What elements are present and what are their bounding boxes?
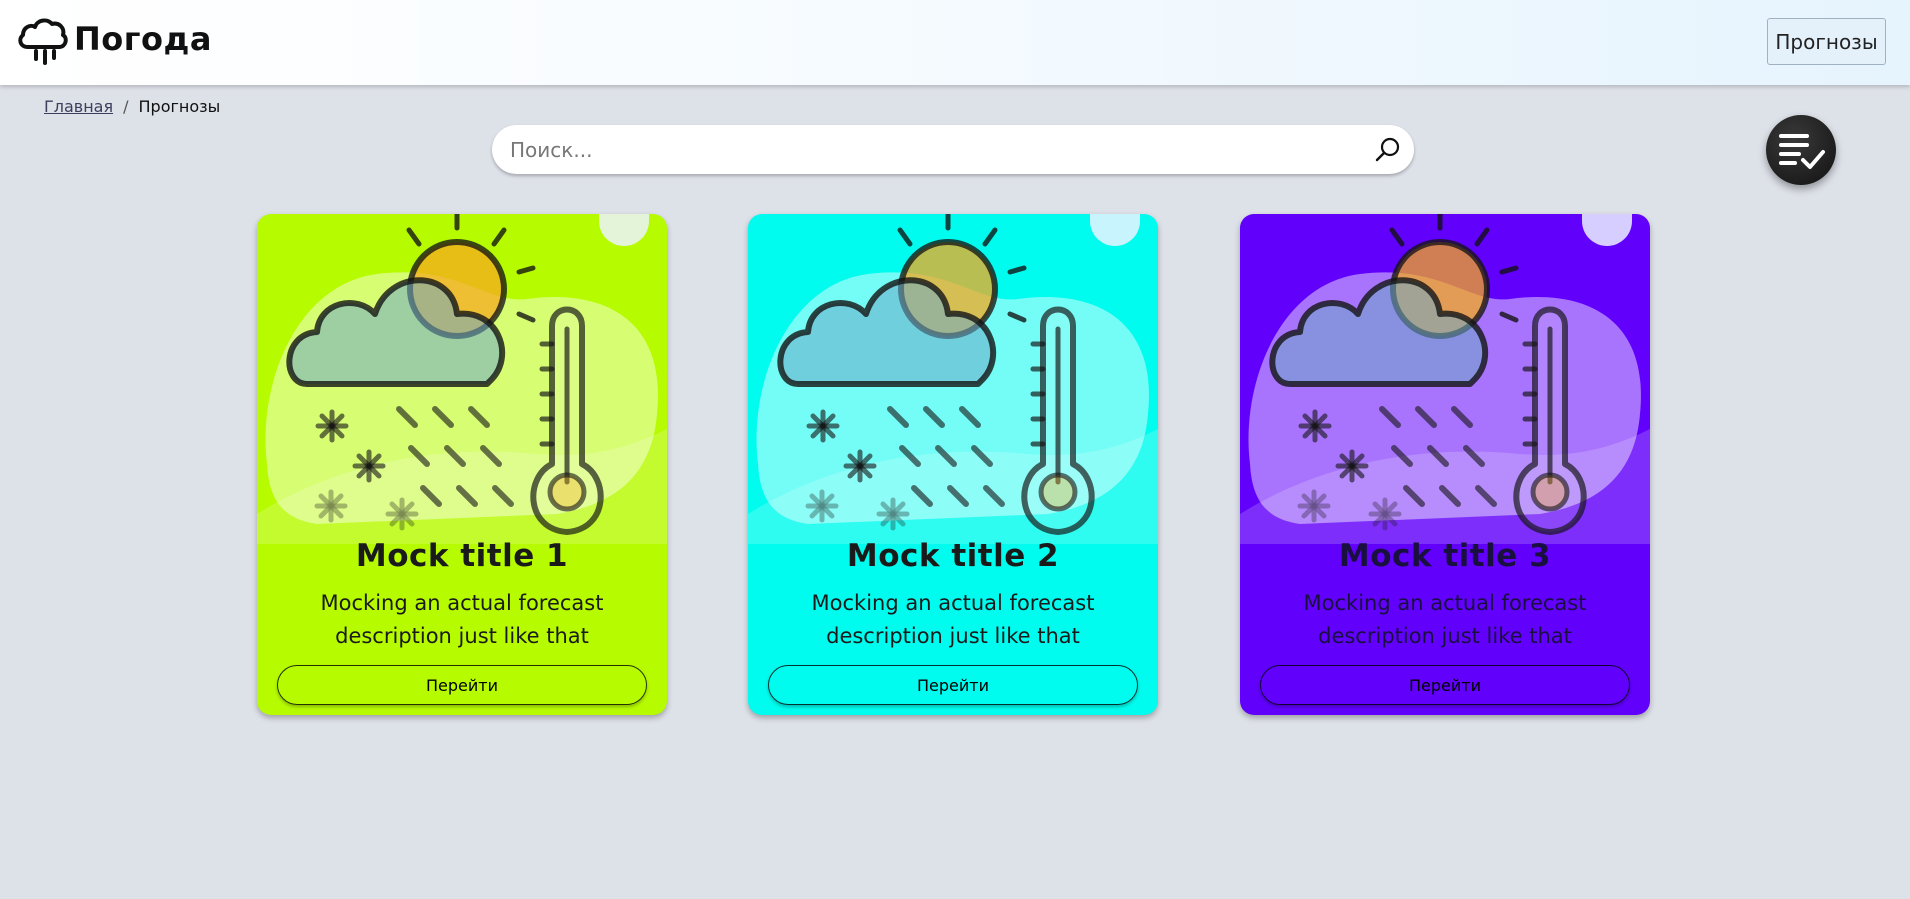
search-icon[interactable] bbox=[1374, 136, 1402, 164]
cloud-rain-icon bbox=[18, 18, 68, 65]
weather-illustration bbox=[257, 214, 667, 544]
card-description: Mocking an actual forecast description j… bbox=[811, 591, 1095, 648]
card-go-button[interactable]: Перейти bbox=[277, 665, 647, 705]
logo[interactable]: Погода bbox=[14, 11, 212, 67]
breadcrumb-home-link[interactable]: Главная bbox=[44, 97, 113, 116]
forecasts-nav-button[interactable]: Прогнозы bbox=[1767, 18, 1886, 65]
checklist-icon bbox=[1779, 134, 1825, 169]
breadcrumb-current: Прогнозы bbox=[138, 97, 221, 116]
breadcrumb: Главная / Прогнозы bbox=[44, 97, 220, 116]
app-title: Погода bbox=[74, 20, 212, 58]
card-title: Mock title 3 bbox=[1338, 538, 1552, 574]
forecast-card: Mock title 1 Mocking an actual forecast … bbox=[257, 214, 667, 715]
card-go-button[interactable]: Перейти bbox=[1260, 665, 1630, 705]
card-description: Mocking an actual forecast description j… bbox=[320, 591, 604, 648]
top-header: Погода Прогнозы bbox=[0, 0, 1910, 85]
checklist-button[interactable] bbox=[1766, 115, 1836, 185]
search-bar bbox=[492, 125, 1414, 174]
card-go-button[interactable]: Перейти bbox=[768, 665, 1138, 705]
weather-illustration bbox=[748, 214, 1158, 544]
search-input[interactable] bbox=[510, 125, 1340, 174]
breadcrumb-separator: / bbox=[123, 97, 129, 116]
forecast-card: Mock title 3 Mocking an actual forecast … bbox=[1240, 214, 1650, 715]
card-title: Mock title 1 bbox=[355, 538, 569, 574]
card-title: Mock title 2 bbox=[846, 538, 1060, 574]
card-description: Mocking an actual forecast description j… bbox=[1303, 591, 1587, 648]
forecast-card: Mock title 2 Mocking an actual forecast … bbox=[748, 214, 1158, 715]
weather-illustration bbox=[1240, 214, 1650, 544]
